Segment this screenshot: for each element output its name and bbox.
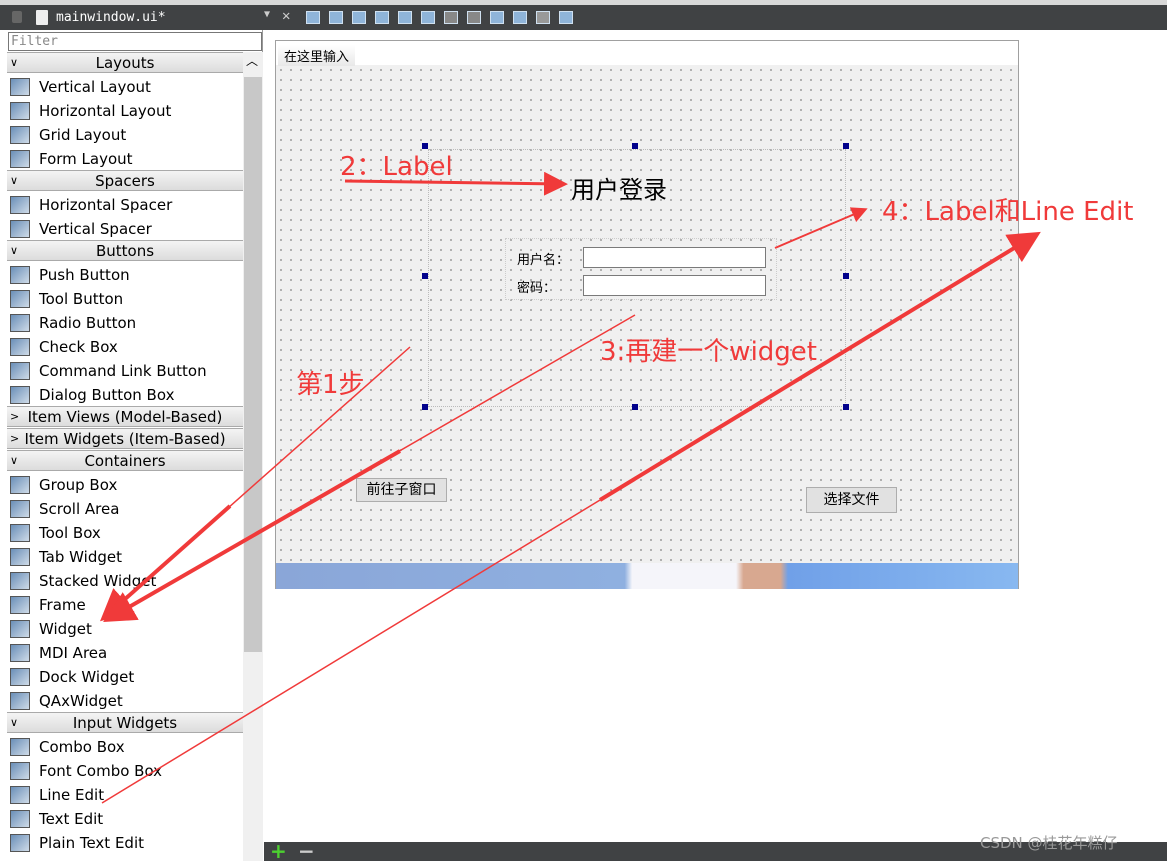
annotation-step1: 第1步 (296, 370, 365, 400)
annotation-step2: 2：Label (340, 152, 453, 182)
annotation-step3: 3:再建一个widget (600, 337, 817, 367)
arrow-step3-head (103, 449, 401, 622)
arrow-line-edit-head (598, 231, 1041, 502)
annotation-step4: 4：Label和Line Edit (882, 197, 1134, 227)
arrow-step4 (774, 207, 868, 249)
annotation-arrows (100, 171, 1041, 804)
